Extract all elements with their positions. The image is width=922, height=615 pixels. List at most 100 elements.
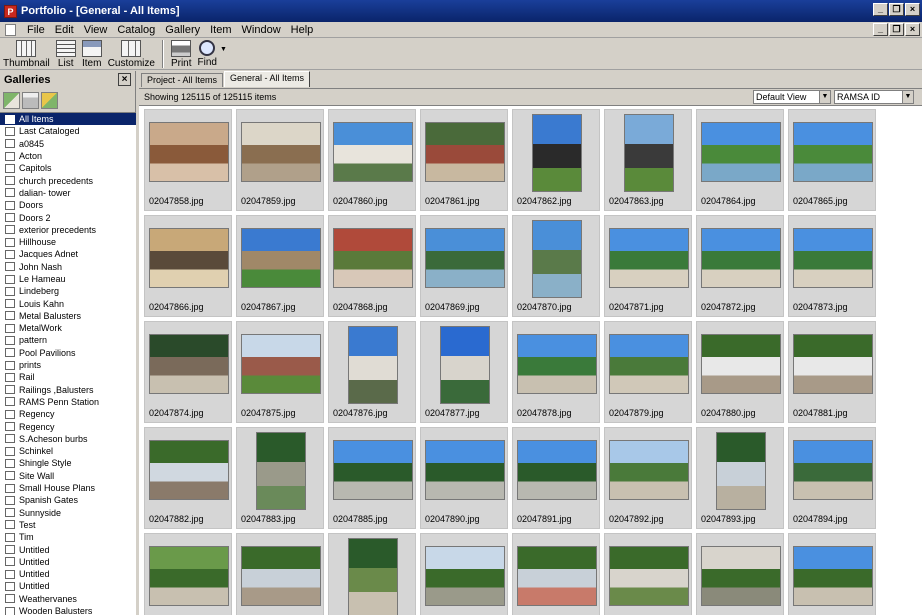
gallery-item[interactable]: S.Acheson burbs — [0, 433, 136, 445]
thumbnail-image[interactable] — [333, 122, 413, 182]
gallery-item[interactable]: Louis Kahn — [0, 297, 136, 309]
thumbnail-image[interactable] — [793, 546, 873, 606]
portfolio-app-icon[interactable]: P — [4, 4, 17, 18]
thumbnail-cell[interactable] — [420, 533, 508, 615]
thumbnail-cell[interactable]: 02047879.jpg — [604, 321, 692, 423]
doc-minimize-icon[interactable]: _ — [873, 23, 888, 36]
gallery-item[interactable]: Capitols — [0, 162, 136, 174]
thumbnail-image[interactable] — [149, 334, 229, 394]
thumbnail-cell[interactable]: 02047865.jpg — [788, 109, 876, 211]
tab-0[interactable]: Project - All Items — [141, 73, 224, 87]
gallery-item[interactable]: Rail — [0, 371, 136, 383]
tab-1[interactable]: General - All Items — [224, 71, 311, 87]
gallery-item[interactable]: Pool Pavilions — [0, 347, 136, 359]
gallery-item[interactable]: prints — [0, 359, 136, 371]
field-select[interactable]: RAMSA ID ▼ — [834, 90, 914, 104]
thumbnail-cell[interactable]: 02047863.jpg — [604, 109, 692, 211]
menu-help[interactable]: Help — [286, 24, 319, 36]
thumbnail-cell[interactable] — [328, 533, 416, 615]
thumbnail-image[interactable] — [149, 228, 229, 288]
gallery-item[interactable]: John Nash — [0, 261, 136, 273]
gallery-item[interactable]: pattern — [0, 334, 136, 346]
thumbnail-cell[interactable]: 02047868.jpg — [328, 215, 416, 317]
gallery-item[interactable]: Jacques Adnet — [0, 248, 136, 260]
thumbnail-cell[interactable]: 02047891.jpg — [512, 427, 600, 529]
thumbnail-cell[interactable] — [788, 533, 876, 615]
gallery-item[interactable]: Regency — [0, 420, 136, 432]
list-button[interactable]: List — [53, 38, 79, 69]
menu-window[interactable]: Window — [237, 24, 286, 36]
gallery-item[interactable]: Untitled — [0, 568, 136, 580]
gallery-item[interactable]: Untitled — [0, 580, 136, 592]
chevron-down-icon[interactable]: ▼ — [902, 91, 913, 103]
gallery-item[interactable]: Hillhouse — [0, 236, 136, 248]
thumbnail-cell[interactable]: 02047866.jpg — [144, 215, 232, 317]
gallery-item[interactable]: Untitled — [0, 543, 136, 555]
chevron-down-icon[interactable]: ▼ — [819, 91, 830, 103]
find-button[interactable]: Find — [195, 38, 220, 68]
thumbnail-cell[interactable]: 02047860.jpg — [328, 109, 416, 211]
thumbnail-image[interactable] — [624, 114, 674, 192]
thumbnail-cell[interactable]: 02047858.jpg — [144, 109, 232, 211]
thumbnail-image[interactable] — [256, 432, 306, 510]
gallery-item[interactable]: Shingle Style — [0, 457, 136, 469]
gallery-item[interactable]: Spanish Gates — [0, 494, 136, 506]
close-panel-icon[interactable]: × — [118, 73, 131, 86]
gallery-item[interactable]: Metal Balusters — [0, 310, 136, 322]
thumbnail-cell[interactable]: 02047875.jpg — [236, 321, 324, 423]
gallery-item[interactable]: exterior precedents — [0, 224, 136, 236]
thumbnail-image[interactable] — [701, 546, 781, 606]
thumbnail-cell[interactable]: 02047862.jpg — [512, 109, 600, 211]
customize-button[interactable]: Customize — [105, 38, 158, 69]
thumbnail-image[interactable] — [241, 228, 321, 288]
thumbnail-cell[interactable] — [236, 533, 324, 615]
menu-edit[interactable]: Edit — [50, 24, 79, 36]
thumbnail-image[interactable] — [425, 122, 505, 182]
gallery-item[interactable]: Lindeberg — [0, 285, 136, 297]
view-select[interactable]: Default View ▼ — [753, 90, 831, 104]
thumbnail-cell[interactable]: 02047890.jpg — [420, 427, 508, 529]
document-icon[interactable] — [5, 23, 16, 36]
thumbnail-cell[interactable]: 02047867.jpg — [236, 215, 324, 317]
thumbnail-image[interactable] — [241, 122, 321, 182]
thumbnail-cell[interactable]: 02047882.jpg — [144, 427, 232, 529]
thumbnail-image[interactable] — [716, 432, 766, 510]
gallery-item[interactable]: MetalWork — [0, 322, 136, 334]
thumbnail-image[interactable] — [517, 440, 597, 500]
thumbnail-cell[interactable] — [144, 533, 232, 615]
restore-icon[interactable]: ❐ — [889, 3, 904, 16]
thumbnail-image[interactable] — [348, 326, 398, 404]
thumbnail-cell[interactable]: 02047869.jpg — [420, 215, 508, 317]
thumbnail-image[interactable] — [532, 220, 582, 298]
gallery-item[interactable]: Railings ,Balusters — [0, 384, 136, 396]
menu-gallery[interactable]: Gallery — [160, 24, 205, 36]
gallery-item[interactable]: Le Hameau — [0, 273, 136, 285]
thumbnail-cell[interactable]: 02047878.jpg — [512, 321, 600, 423]
thumbnail-cell[interactable]: 02047894.jpg — [788, 427, 876, 529]
gallery-item[interactable]: Site Wall — [0, 470, 136, 482]
edit-gallery-icon[interactable] — [41, 91, 58, 109]
gallery-item[interactable]: Weathervanes — [0, 593, 136, 605]
thumbnail-cell[interactable]: 02047861.jpg — [420, 109, 508, 211]
thumbnail-image[interactable] — [425, 228, 505, 288]
thumbnail-cell[interactable]: 02047871.jpg — [604, 215, 692, 317]
thumbnail-image[interactable] — [701, 228, 781, 288]
thumbnail-cell[interactable]: 02047885.jpg — [328, 427, 416, 529]
thumbnail-image[interactable] — [517, 546, 597, 606]
doc-restore-icon[interactable]: ❐ — [889, 23, 904, 36]
gallery-item[interactable]: church precedents — [0, 174, 136, 186]
gallery-item[interactable]: Test — [0, 519, 136, 531]
thumbnail-cell[interactable]: 02047883.jpg — [236, 427, 324, 529]
thumbnail-image[interactable] — [701, 122, 781, 182]
gallery-item[interactable]: Wooden Balusters — [0, 605, 136, 615]
gallery-item[interactable]: Acton — [0, 150, 136, 162]
gallery-item[interactable]: Doors 2 — [0, 211, 136, 223]
find-dropdown-arrow-icon[interactable]: ▼ — [220, 46, 227, 53]
thumbnail-cell[interactable]: 02047877.jpg — [420, 321, 508, 423]
menu-view[interactable]: View — [79, 24, 113, 36]
gallery-item[interactable]: Last Cataloged — [0, 125, 136, 137]
menu-item[interactable]: Item — [205, 24, 236, 36]
item-button[interactable]: Item — [79, 38, 105, 69]
thumbnail-image[interactable] — [241, 334, 321, 394]
thumbnail-cell[interactable]: 02047864.jpg — [696, 109, 784, 211]
